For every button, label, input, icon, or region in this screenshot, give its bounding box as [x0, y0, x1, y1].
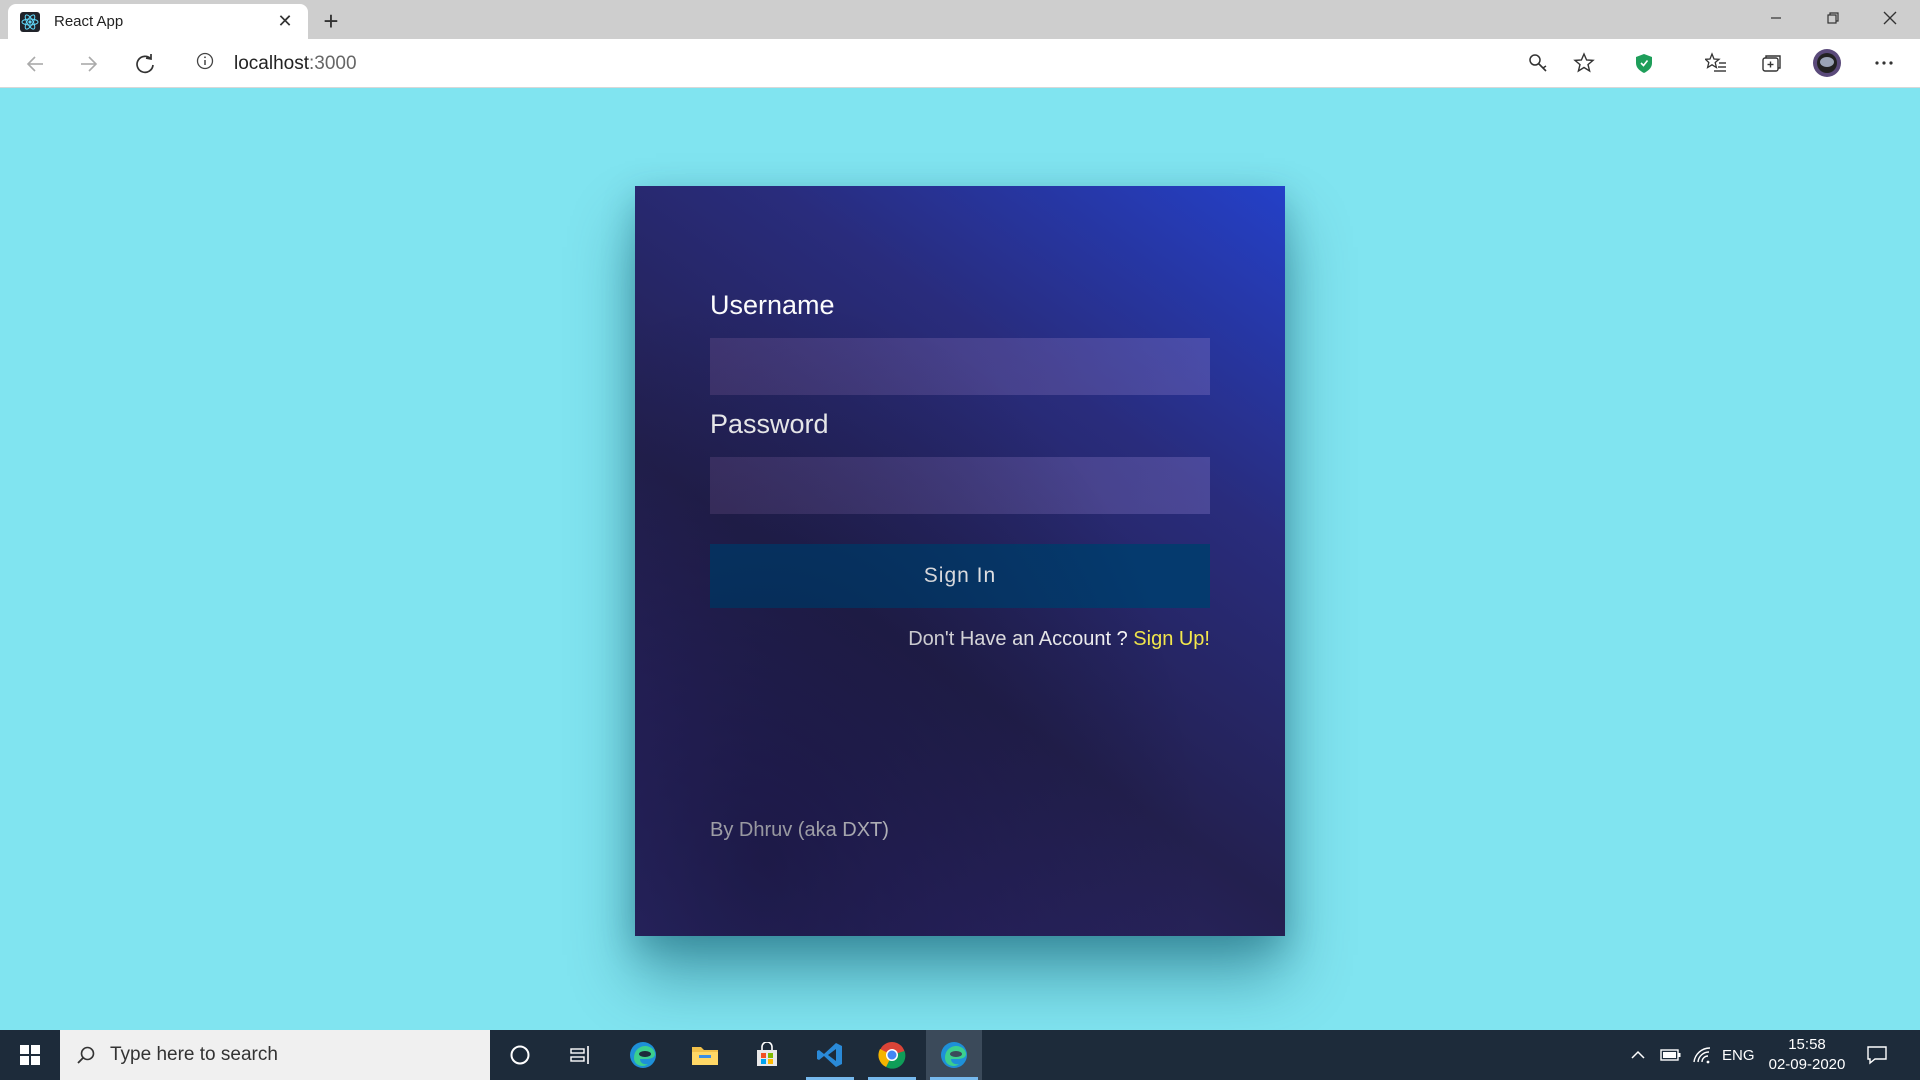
- no-account-text: Don't Have an Account ?: [908, 628, 1134, 650]
- battery-icon[interactable]: [1660, 1030, 1682, 1080]
- minimize-button[interactable]: [1748, 0, 1804, 36]
- system-clock[interactable]: 15:58 02-09-2020: [1762, 1035, 1852, 1075]
- taskbar: Type here to search ENG 15:58 02-09-2020: [0, 1030, 1920, 1080]
- task-view-icon[interactable]: [552, 1030, 608, 1080]
- close-window-button[interactable]: [1862, 0, 1918, 36]
- back-button[interactable]: [18, 47, 52, 81]
- react-logo-icon: [20, 11, 40, 32]
- chevron-up-icon[interactable]: [1630, 1030, 1646, 1080]
- arrow-right-icon: [81, 56, 98, 72]
- author-byline: By Dhruv (aka DXT): [710, 819, 889, 841]
- sign-up-link[interactable]: Sign Up!: [1133, 628, 1210, 650]
- chrome-icon[interactable]: [864, 1030, 920, 1080]
- zoom-key-icon[interactable]: [1522, 47, 1554, 79]
- reload-button[interactable]: [128, 47, 162, 81]
- tab-title: React App: [54, 13, 124, 30]
- more-options-icon[interactable]: [1868, 47, 1900, 79]
- vscode-icon[interactable]: [802, 1030, 858, 1080]
- address-url: localhost:3000: [234, 53, 357, 75]
- notifications-icon[interactable]: [1866, 1030, 1888, 1080]
- wifi-icon[interactable]: [1692, 1030, 1712, 1080]
- address-host: localhost: [234, 52, 309, 74]
- forward-button[interactable]: [72, 47, 106, 81]
- clock-time: 15:58: [1788, 1036, 1826, 1053]
- edge-active-icon[interactable]: [926, 1030, 982, 1080]
- new-tab-button[interactable]: +: [316, 6, 346, 36]
- arrow-left-icon: [26, 56, 43, 72]
- address-bar[interactable]: localhost:3000: [182, 44, 1608, 83]
- password-label: Password: [710, 409, 829, 439]
- collections-icon[interactable]: [1755, 47, 1787, 79]
- windows-logo-icon: [20, 1045, 40, 1065]
- signup-prompt: Don't Have an Account ? Sign Up!: [908, 628, 1210, 651]
- clock-date: 02-09-2020: [1768, 1056, 1846, 1073]
- reload-icon: [136, 54, 154, 74]
- favorites-list-icon[interactable]: [1700, 47, 1732, 79]
- search-placeholder: Type here to search: [110, 1044, 278, 1065]
- start-button[interactable]: [0, 1030, 60, 1080]
- taskbar-search[interactable]: Type here to search: [60, 1030, 490, 1080]
- language-indicator[interactable]: ENG: [1722, 1030, 1755, 1080]
- store-icon[interactable]: [739, 1030, 795, 1080]
- file-explorer-icon[interactable]: [677, 1030, 733, 1080]
- close-tab-icon[interactable]: ✕: [274, 11, 296, 33]
- cortana-icon[interactable]: [492, 1030, 548, 1080]
- shield-extension-icon[interactable]: [1628, 47, 1660, 79]
- username-label: Username: [710, 290, 835, 320]
- info-icon[interactable]: [196, 52, 214, 75]
- password-input[interactable]: [710, 457, 1210, 514]
- browser-tab[interactable]: React App ✕: [8, 4, 308, 39]
- browser-tabstrip: React App ✕ +: [0, 0, 1920, 39]
- restore-button[interactable]: [1805, 0, 1861, 36]
- search-icon: [77, 1046, 95, 1064]
- favorite-star-icon[interactable]: [1568, 47, 1600, 79]
- address-port: :3000: [309, 52, 357, 74]
- profile-avatar-icon[interactable]: [1811, 47, 1843, 79]
- browser-toolbar: localhost:3000: [0, 39, 1920, 88]
- sign-in-button[interactable]: Sign In: [710, 544, 1210, 608]
- edge-taskbar-icon[interactable]: [615, 1030, 671, 1080]
- login-card: Username Password Sign In Don't Have an …: [635, 186, 1285, 936]
- username-input[interactable]: [710, 338, 1210, 395]
